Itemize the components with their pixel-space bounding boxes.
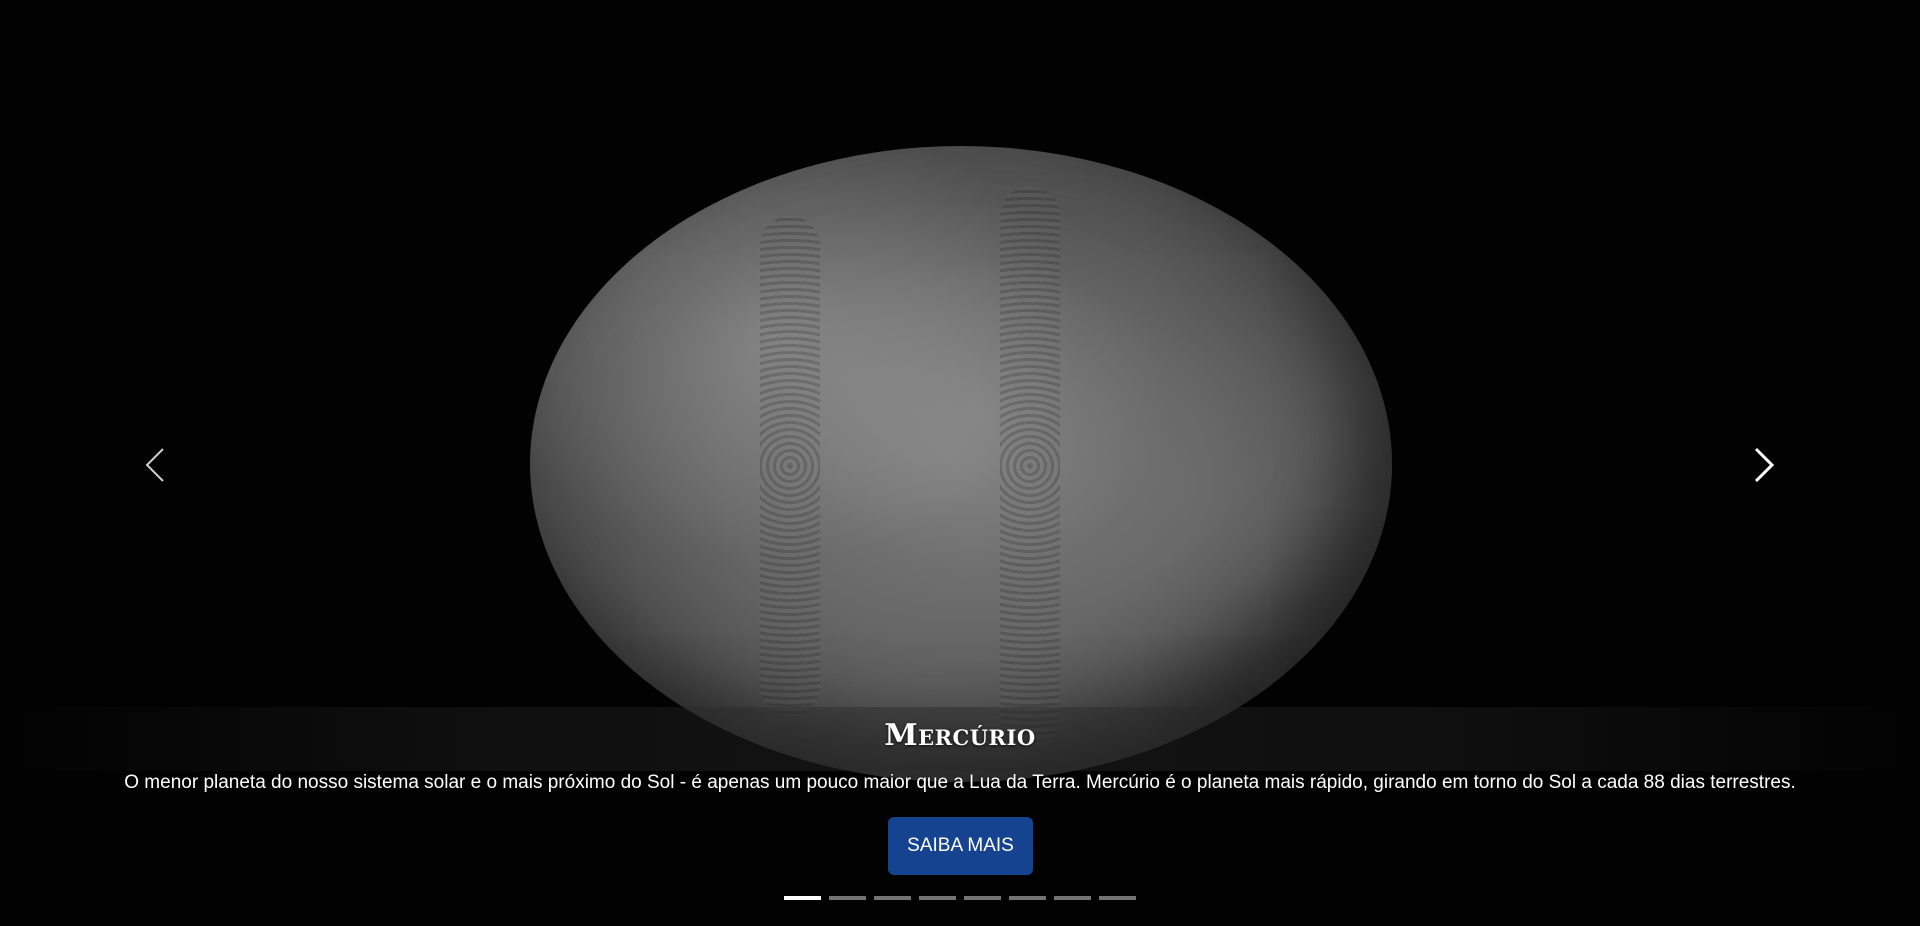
carousel-prev-button[interactable] — [143, 447, 173, 483]
planet-carousel: Mercúrio O menor planeta do nosso sistem… — [0, 0, 1920, 926]
slide-description: O menor planeta do nosso sistema solar e… — [124, 772, 1796, 793]
saiba-mais-button[interactable]: SAIBA MAIS — [888, 817, 1033, 875]
carousel-indicator[interactable] — [1099, 896, 1136, 900]
carousel-next-button[interactable] — [1748, 447, 1778, 483]
carousel-indicator[interactable] — [874, 896, 911, 900]
carousel-indicator[interactable] — [829, 896, 866, 900]
chevron-left-icon — [145, 448, 164, 482]
crater-texture — [760, 216, 820, 716]
slide-title: Mercúrio — [884, 718, 1036, 753]
carousel-indicator[interactable] — [1009, 896, 1046, 900]
chevron-right-icon — [1754, 447, 1775, 483]
crater-texture — [1000, 186, 1060, 746]
carousel-indicators — [784, 896, 1136, 902]
carousel-indicator[interactable] — [1054, 896, 1091, 900]
carousel-indicator[interactable] — [784, 896, 821, 900]
carousel-indicator[interactable] — [919, 896, 956, 900]
carousel-indicator[interactable] — [964, 896, 1001, 900]
mercury-planet-image — [530, 146, 1392, 782]
